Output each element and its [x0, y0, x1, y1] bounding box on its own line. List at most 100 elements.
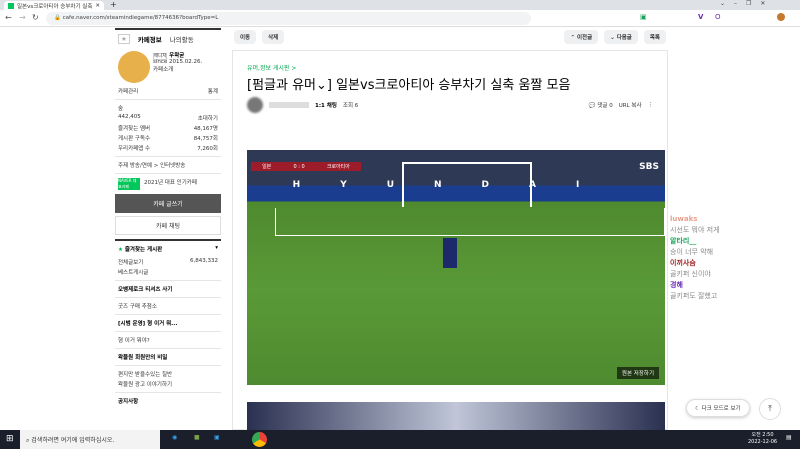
stat-value: 84,757회 [193, 136, 218, 142]
player [443, 238, 457, 268]
clock-time[interactable]: 오전 2:50 [748, 432, 777, 439]
scroll-top-button[interactable]: ⤒ [759, 398, 781, 420]
windows-start-icon[interactable]: ⊞ [6, 434, 14, 444]
chat-user: 경해 [670, 281, 683, 289]
url-input[interactable]: 🔒 cafe.naver.com/steamindiegame/8774636?… [46, 12, 531, 25]
minecraft-icon[interactable]: ■ [194, 434, 200, 441]
cafe-favicon-icon [8, 2, 14, 9]
move-button[interactable]: 이동 [234, 30, 257, 44]
board-item[interactable]: 편지만 받을수있는 칠반 [118, 370, 172, 378]
cafe-logo [118, 51, 150, 83]
board-best[interactable]: 베스트게시글 [118, 268, 148, 276]
stat-label: 우리카페앱 수 [118, 146, 151, 152]
notification-icon[interactable]: ▤ [786, 434, 792, 441]
all-post-count: 6,843,332 [190, 258, 218, 264]
clock-date[interactable]: 2022-12-06 [748, 439, 777, 446]
chat-message: 승이 너무 약해 [670, 248, 714, 256]
comments-label: 댓글 0 [597, 103, 613, 109]
tab-bar [0, 0, 800, 10]
write-post-button[interactable]: 카페 글쓰기 [115, 194, 221, 213]
chat-user: 이끼사슴 [670, 259, 696, 267]
delete-button[interactable]: 삭제 [262, 30, 285, 44]
author-name-blurred[interactable] [269, 102, 309, 108]
dark-mode-label: 다크 모드로 보기 [701, 406, 741, 412]
cafe-chat-button[interactable]: 카페 채팅 [115, 216, 221, 235]
window-controls[interactable]: ⌄–❐✕ [720, 0, 774, 7]
chevron-down-icon[interactable]: ▾ [215, 245, 218, 253]
dark-mode-button[interactable]: ☾ 다크 모드로 보기 [686, 399, 750, 417]
invite-link[interactable]: 초대하기 [198, 114, 218, 122]
goal [402, 162, 532, 207]
reload-icon[interactable]: ↻ [32, 13, 39, 22]
list-button[interactable]: 목록 [643, 30, 666, 44]
cafe-manage-link[interactable]: 카페관리 [118, 87, 138, 95]
view-count: 조회 6 [342, 103, 359, 109]
forward-icon[interactable]: → [19, 13, 26, 22]
next-post-button[interactable]: ⌄ 다음글 [604, 30, 638, 44]
board-item[interactable]: 왁물원 광고 이야기하기 [118, 380, 172, 388]
browser-tab[interactable]: 일본vs크로아티아 승부차기 실축 ✕ [4, 1, 104, 10]
back-icon[interactable]: ← [5, 13, 12, 22]
url-text: cafe.naver.com/steamindiegame/8774636?bo… [62, 15, 219, 21]
chat-overlay: luwaks 시선도 뭐야 저게 알타리__ 승이 너무 약해 이끼사슴골키퍼 신이… [670, 214, 795, 302]
chat-message: 골키퍼도 잘했고 [670, 292, 718, 300]
board-section: 왁물원 회원만의 비밀 [118, 355, 168, 361]
prev-label: 이전글 [576, 35, 593, 41]
chat-1to1-button[interactable]: 1:1 채팅 [315, 101, 337, 109]
stat-label: 즐겨찾는 멤버 [118, 126, 151, 132]
chrome-icon[interactable] [252, 432, 267, 447]
comments-link[interactable]: 💬 댓글 0 [589, 101, 613, 109]
naver-badge: NAVER 대표카페 [118, 178, 140, 190]
cafe-level: 숲 [118, 106, 124, 112]
tab-cafe-info[interactable]: 카페정보 [138, 34, 162, 44]
stat-value: 7,260회 [197, 146, 218, 152]
board-what[interactable]: 형 이거 뭐야? [118, 336, 150, 344]
member-count[interactable]: 442,405 [118, 114, 141, 122]
board-section: [시범 운영] 형 이거 뭐... [118, 321, 178, 327]
save-original-button[interactable]: 원본 저장하기 [616, 367, 659, 379]
tab-my-activity[interactable]: 나의활동 [170, 34, 194, 44]
home-team: 일본 [262, 164, 272, 170]
score: 0 : 0 [293, 163, 305, 170]
article-title: [펌글과 유머⌄] 일본vs크로아티아 승부차기 실축 움짤 모음 [247, 78, 571, 93]
edge-icon[interactable]: ◉ [172, 434, 177, 441]
v-extension-icon[interactable]: V [698, 13, 703, 21]
board-goods[interactable]: 굿즈 구매 추첨소 [118, 302, 157, 310]
profile-avatar[interactable] [777, 13, 785, 21]
close-tab-icon[interactable]: ✕ [95, 3, 100, 9]
favorite-boards-header[interactable]: ★ 즐겨찾는 게시판 [118, 245, 162, 253]
search-placeholder: 검색하려면 여기에 입력하십시오. [31, 437, 115, 444]
article-gif[interactable]: 일본 0 : 0 크로아티아 HYUNDAI SBS 원본 저장하기 [247, 150, 665, 385]
cafe-intro-link[interactable]: 카페소개 [153, 65, 202, 73]
chat-user: luwaks [670, 215, 698, 223]
cafe-topic: 주제 방송/연예 > 인터넷방송 [118, 163, 186, 169]
new-tab-icon[interactable]: + [110, 0, 117, 9]
extension-icon[interactable]: ▣ [640, 13, 647, 21]
favorite-star-icon[interactable]: ★ [118, 34, 130, 44]
penalty-box [275, 208, 665, 236]
favorite-boards-label: 즐겨찾는 게시판 [124, 247, 163, 253]
popular-cafe-label: 2021년 대표 인기카페 [144, 180, 197, 186]
tab-title: 일본vs크로아티아 승부차기 실축 [16, 3, 93, 10]
chat-message: 시선도 뭐야 저게 [670, 226, 720, 234]
board-notice[interactable]: 공지사항 [118, 397, 138, 405]
chat-user: 알타리__ [670, 237, 697, 245]
prev-post-button[interactable]: ⌃ 이전글 [564, 30, 599, 44]
board-section: 오뱅제로크 티셔츠 사기 [118, 287, 173, 293]
more-icon[interactable]: ⋮ [648, 102, 654, 108]
scoreboard: 일본 0 : 0 크로아티아 [251, 162, 361, 171]
article-gif-2[interactable] [247, 402, 665, 430]
board-link[interactable]: 유머,정보 게시판 > [247, 63, 653, 72]
v-app-icon[interactable]: ▣ [214, 434, 220, 441]
stat-label: 게시판 구독수 [118, 136, 151, 142]
o-extension-icon[interactable]: O [715, 13, 721, 21]
author-avatar[interactable] [247, 97, 263, 113]
next-label: 다음글 [616, 35, 632, 41]
chat-message: 골키퍼 신이야 [670, 270, 711, 278]
taskbar-search[interactable]: ⌕ 검색하려면 여기에 입력하십시오. [20, 430, 160, 449]
away-team: 크로아티아 [326, 164, 350, 170]
board-all-posts[interactable]: 전체글보기 [118, 258, 143, 266]
cafe-sidebar: ★ 카페정보 나의활동 매니저 우왁굳 since 2015.02.26. 카페소개 카… [115, 28, 221, 430]
url-copy-button[interactable]: URL 복사 [619, 101, 642, 109]
stats-link[interactable]: 통계 [208, 87, 218, 95]
